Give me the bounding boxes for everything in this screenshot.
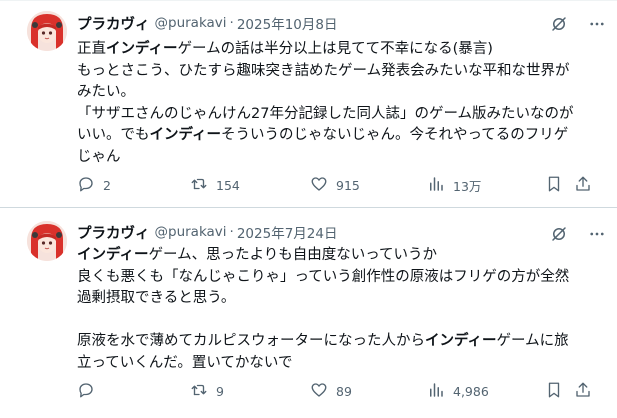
separator-dot: · (229, 224, 234, 240)
handle[interactable]: @purakavi (155, 15, 227, 31)
tweet-header: プラカヴィ @purakavi · 2025年7月24日 (77, 222, 337, 242)
tweet-top-icons (549, 224, 607, 244)
text-segment: 「サザエさんのじゃんけん27年分記録した同人誌」のゲーム版みたいなのが (77, 105, 574, 122)
retweet-count: 154 (216, 177, 240, 193)
separator-dot: · (229, 15, 234, 31)
reply-count: 2 (103, 177, 111, 193)
tweet-actions: 2 154 915 13万 (77, 175, 602, 195)
handle[interactable]: @purakavi (155, 224, 227, 240)
text-segment: じゃん (77, 148, 121, 165)
tweet-date[interactable]: 2025年7月24日 (237, 222, 338, 242)
text-segment: みたい。 (77, 84, 135, 100)
retweet-count: 9 (216, 383, 224, 399)
more-icon[interactable] (587, 14, 607, 34)
text-segment: ゲームに旅 (496, 333, 569, 349)
text-segment: そういうのじゃないじゃん。今それやってるのフリゲ (221, 127, 569, 143)
text-segment: ゲーム、思ったよりも自由度ないっていうか (148, 247, 438, 263)
tweet-text: 正直インディーゲームの話は半分以上は見てて不幸になる(暴言) もっとさこう、ひたす… (77, 39, 597, 168)
highlighted-keyword: インディー (106, 41, 178, 57)
views-count: 13万 (453, 178, 482, 194)
tweet-text-line: 「サザエさんのじゃんけん27年分記録した同人誌」のゲーム版みたいなのが (77, 104, 597, 126)
text-segment: いい。でも (77, 127, 150, 143)
reply-icon (77, 175, 95, 196)
tweet-text-line: みたい。 (77, 82, 597, 104)
retweet-button[interactable]: 154 (190, 175, 240, 195)
tweet-text-line: いい。でもインディーそういうのじゃないじゃん。今それやってるのフリゲ (77, 125, 597, 147)
tweet-feed: プラカヴィ @purakavi · 2025年10月8日 正直インディーゲームの… (0, 0, 617, 418)
tweet-text: インディーゲーム、思ったよりも自由度ないっていうか 良くも悪くも「なんじゃこりゃ」… (77, 245, 597, 374)
highlighted-keyword: インディー (425, 333, 497, 349)
tweet-header: プラカヴィ @purakavi · 2025年10月8日 (77, 13, 337, 33)
tweet-text-line: 過剰摂取できると思う。 (77, 288, 597, 310)
text-segment: 立っていくんだ。置いてかないで (77, 354, 293, 371)
views-icon (427, 381, 445, 402)
views-button[interactable]: 4,986 (427, 381, 489, 401)
tweet-text-line: 良くも悪くも「なんじゃこりゃ」っていう創作性の原液はフリゲの方が全然 (77, 267, 597, 289)
tweet[interactable]: プラカヴィ @purakavi · 2025年7月24日 インディーゲーム、思っ… (0, 208, 617, 418)
avatar[interactable] (27, 11, 67, 51)
views-count: 4,986 (453, 383, 489, 399)
tweet-actions: 9 89 4,986 (77, 381, 602, 401)
reply-button[interactable]: 2 (77, 175, 111, 195)
text-segment: 過剰摂取できると思う。 (77, 290, 236, 306)
share-button[interactable] (574, 175, 592, 195)
tweet-text-line: インディーゲーム、思ったよりも自由度ないっていうか (77, 245, 597, 267)
like-count: 915 (336, 177, 360, 193)
display-name[interactable]: プラカヴィ (77, 13, 150, 34)
text-segment: 良くも悪くも「なんじゃこりゃ」っていう創作性の原液はフリゲの方が全然 (77, 268, 570, 285)
tweet-text-line: もっとさこう、ひたすら趣味突き詰めたゲーム発表会みたいな平和な世界が (77, 61, 597, 83)
tweet-text-line: 立っていくんだ。置いてかないで (77, 353, 597, 375)
highlighted-keyword: インディー (149, 127, 222, 143)
bookmark-button[interactable] (545, 175, 563, 195)
like-button[interactable]: 89 (310, 381, 352, 401)
tweet-text-line (77, 310, 597, 332)
retweet-icon (190, 175, 208, 196)
tweet[interactable]: プラカヴィ @purakavi · 2025年10月8日 正直インディーゲームの… (0, 0, 617, 208)
share-icon (574, 381, 592, 402)
tweet-top-icons (549, 14, 607, 34)
grok-icon[interactable] (549, 14, 569, 34)
reply-icon (77, 381, 95, 402)
grok-icon[interactable] (549, 224, 569, 244)
bookmark-button[interactable] (545, 381, 563, 401)
tweet-text-line: 正直インディーゲームの話は半分以上は見てて不幸になる(暴言) (77, 39, 597, 61)
text-segment: 原液を水で薄めてカルピスウォーターになった人から (77, 333, 425, 349)
retweet-button[interactable]: 9 (190, 381, 224, 401)
bookmark-icon (545, 381, 563, 402)
text-segment: ゲームの話は半分以上は見てて不幸になる(暴言) (177, 41, 493, 57)
tweet-date[interactable]: 2025年10月8日 (237, 13, 338, 33)
more-icon[interactable] (587, 224, 607, 244)
highlighted-keyword: インディー (77, 247, 149, 263)
views-icon (427, 175, 445, 196)
share-button[interactable] (574, 381, 592, 401)
like-count: 89 (336, 383, 352, 399)
display-name[interactable]: プラカヴィ (77, 222, 150, 243)
tweet-text-line: じゃん (77, 147, 597, 169)
like-button[interactable]: 915 (310, 175, 360, 195)
retweet-icon (190, 381, 208, 402)
views-button[interactable]: 13万 (427, 175, 481, 195)
text-segment: 正直 (77, 41, 106, 57)
avatar[interactable] (27, 221, 67, 261)
tweet-text-line: 原液を水で薄めてカルピスウォーターになった人からインディーゲームに旅 (77, 331, 597, 353)
reply-button[interactable] (77, 381, 103, 401)
text-segment: もっとさこう、ひたすら趣味突き詰めたゲーム発表会みたいな平和な世界が (77, 62, 570, 79)
share-icon (574, 175, 592, 196)
like-icon (310, 175, 328, 196)
like-icon (310, 381, 328, 402)
bookmark-icon (545, 175, 563, 196)
